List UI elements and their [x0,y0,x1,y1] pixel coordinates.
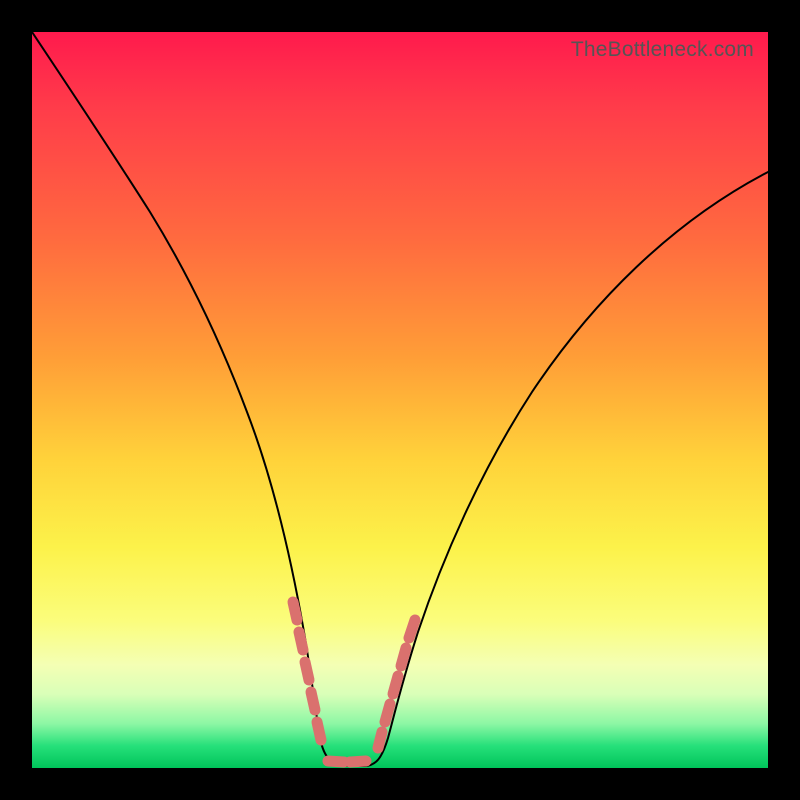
highlight-dashes [293,602,415,762]
plot-area: TheBottleneck.com [32,32,768,768]
bottleneck-curve [32,32,768,768]
chart-frame: TheBottleneck.com [0,0,800,800]
